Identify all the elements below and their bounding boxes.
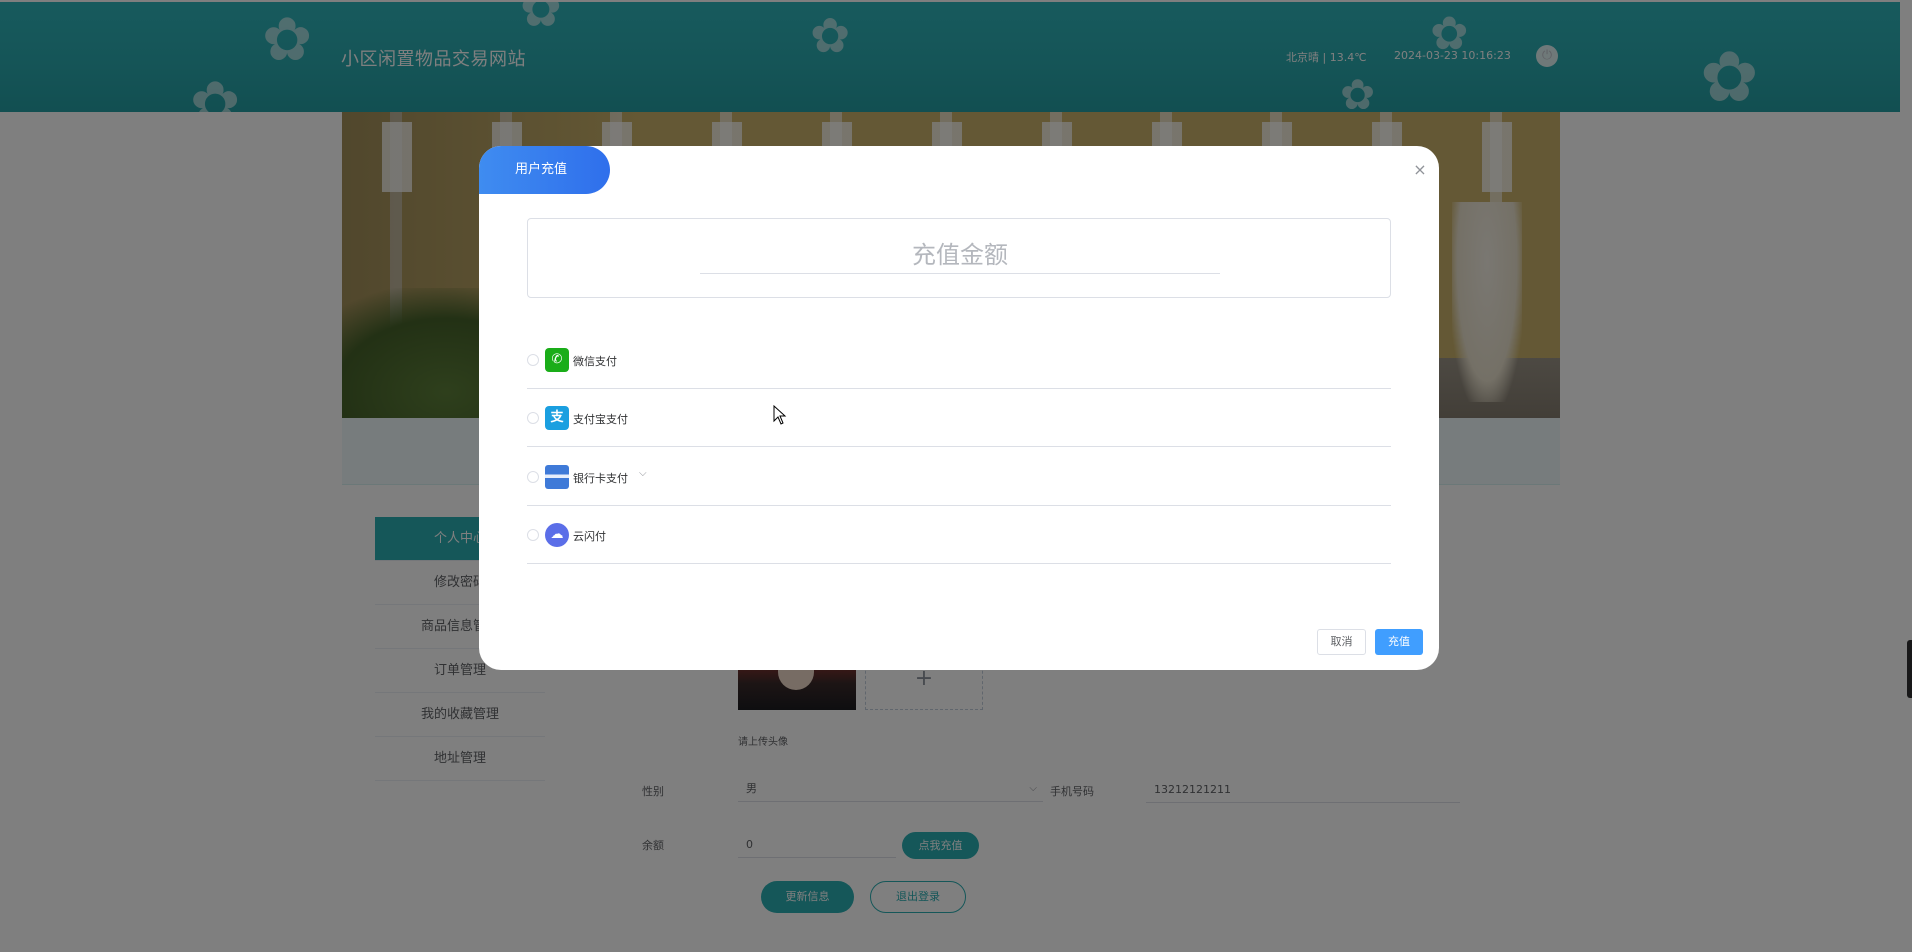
payment-option-wechat[interactable]: ✆ 微信支付 [527, 331, 1391, 389]
mouse-cursor-icon [773, 404, 787, 425]
payment-option-alipay[interactable]: 支 支付宝支付 [527, 389, 1391, 447]
alipay-icon: 支 [545, 406, 569, 430]
close-icon[interactable]: × [1412, 160, 1428, 179]
dialog-title: 用户充值 [479, 146, 610, 194]
radio-button[interactable] [527, 412, 539, 424]
payment-option-bank-card[interactable]: 银行卡支付 ⌵ [527, 448, 1391, 506]
radio-button[interactable] [527, 471, 539, 483]
confirm-recharge-button[interactable]: 充值 [1375, 629, 1423, 655]
amount-input[interactable]: 充值金额 [700, 236, 1220, 274]
radio-button[interactable] [527, 529, 539, 541]
payment-label: 银行卡支付 [573, 472, 628, 485]
cursor-arrow-icon [773, 404, 787, 425]
unionpay-cloud-icon: ☁ [545, 523, 569, 547]
chevron-down-icon[interactable]: ⌵ [639, 468, 647, 479]
wechat-icon: ✆ [545, 348, 569, 372]
bank-card-icon [545, 465, 569, 489]
recharge-dialog: 用户充值 × 充值金额 ✆ 微信支付 支 支付宝支付 银行卡支付 ⌵ ☁ 云闪付… [479, 146, 1439, 670]
cancel-button[interactable]: 取消 [1317, 629, 1366, 655]
payment-label: 云闪付 [573, 530, 606, 543]
payment-label: 支付宝支付 [573, 413, 628, 426]
amount-box: 充值金额 [527, 218, 1391, 298]
payment-label: 微信支付 [573, 355, 617, 368]
radio-button[interactable] [527, 354, 539, 366]
payment-option-unionpay-cloud[interactable]: ☁ 云闪付 [527, 506, 1391, 564]
